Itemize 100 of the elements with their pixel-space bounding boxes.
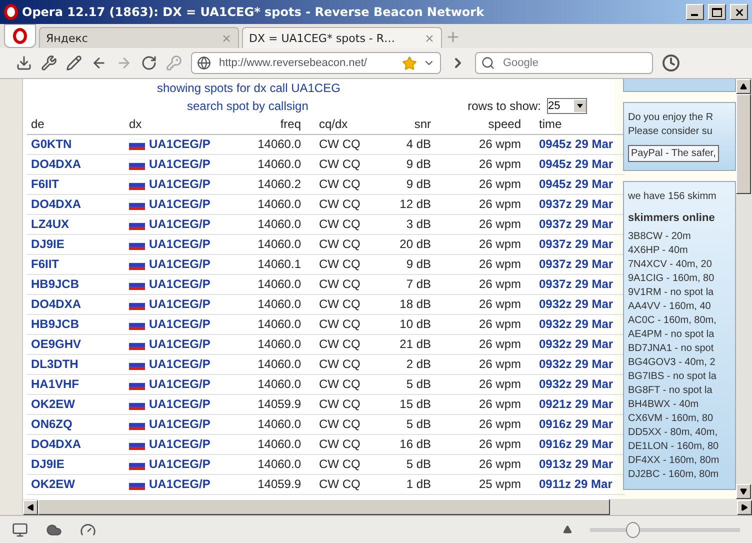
table-link[interactable]: UA1CEG/P	[125, 335, 235, 355]
table-link[interactable]: DO4DXA	[27, 195, 125, 215]
table-link[interactable]: UA1CEG/P	[125, 275, 235, 295]
skimmer-item: 4X6HP - 40m	[628, 244, 688, 257]
table-link[interactable]: OK2EW	[27, 475, 125, 495]
wrench-icon[interactable]	[41, 55, 57, 71]
table-cell: 26 wpm	[445, 135, 535, 155]
table-link[interactable]: DL3DTH	[27, 355, 125, 375]
table-link[interactable]: DJ9IE	[27, 235, 125, 255]
close-tab-icon[interactable]	[221, 32, 232, 44]
table-link[interactable]: UA1CEG/P	[125, 175, 235, 195]
table-link[interactable]: UA1CEG/P	[125, 375, 235, 395]
flag-icon	[129, 479, 145, 490]
cloud-icon[interactable]	[46, 522, 62, 538]
skimmer-item: AC0C - 160m, 80m,	[628, 314, 716, 327]
table-link[interactable]: DO4DXA	[27, 295, 125, 315]
table-link[interactable]: UA1CEG/P	[125, 155, 235, 175]
menu-button[interactable]	[4, 24, 36, 48]
flag-icon	[129, 399, 145, 410]
heading-link[interactable]: showing spots for dx call UA1CEG	[157, 81, 340, 95]
table-link[interactable]: G0KTN	[27, 135, 125, 155]
table-link[interactable]: UA1CEG/P	[125, 215, 235, 235]
back-icon[interactable]	[91, 55, 107, 71]
skimmer-item: AA4VV - 160m, 40	[628, 300, 711, 313]
flag-icon	[129, 159, 145, 170]
scroll-down-icon[interactable]	[740, 488, 747, 495]
table-cell: 20 dB	[375, 235, 445, 255]
column-header: dx	[125, 115, 235, 135]
gauge-icon[interactable]	[80, 522, 96, 538]
rows-select[interactable]: 25	[547, 98, 587, 114]
table-link[interactable]: F6IIT	[27, 175, 125, 195]
table-link[interactable]: HB9JCB	[27, 275, 125, 295]
scroll-right-icon[interactable]	[741, 504, 748, 510]
up-arrow-icon[interactable]	[563, 525, 572, 534]
table-link[interactable]: OK2EW	[27, 395, 125, 415]
table-link[interactable]: UA1CEG/P	[125, 295, 235, 315]
table-link[interactable]: HA1VHF	[27, 375, 125, 395]
table-link[interactable]: UA1CEG/P	[125, 235, 235, 255]
reload-icon[interactable]	[141, 55, 157, 71]
horizontal-scrollbar[interactable]	[23, 499, 752, 515]
table-link[interactable]: UA1CEG/P	[125, 415, 235, 435]
flag-icon	[129, 239, 145, 250]
browser-tab[interactable]: DX = UA1CEG* spots - R…	[242, 27, 442, 48]
zoom-slider-thumb[interactable]	[626, 522, 640, 538]
paypal-button[interactable]: PayPal - The safer,	[628, 145, 719, 162]
window-title: Opera 12.17 (1863): DX = UA1CEG* spots - Reverse Beacon Network	[22, 5, 486, 19]
table-link[interactable]: LZ4UX	[27, 215, 125, 235]
table-cell: 12 dB	[375, 195, 445, 215]
table-cell: CW CQ	[315, 235, 375, 255]
search-icon	[481, 56, 495, 70]
table-link[interactable]: UA1CEG/P	[125, 355, 235, 375]
table-cell: 14060.0	[235, 155, 315, 175]
table-cell: CW CQ	[315, 375, 375, 395]
table-link[interactable]: UA1CEG/P	[125, 395, 235, 415]
table-link[interactable]: OE9GHV	[27, 335, 125, 355]
address-field[interactable]: http://www.reversebeacon.net/	[191, 52, 441, 74]
clock-icon[interactable]	[662, 54, 680, 72]
scroll-left-icon[interactable]	[27, 504, 34, 510]
close-button[interactable]	[730, 4, 748, 20]
flag-icon	[129, 179, 145, 190]
search-input[interactable]: Google	[501, 56, 647, 70]
table-link[interactable]: UA1CEG/P	[125, 475, 235, 495]
table-link[interactable]: DO4DXA	[27, 155, 125, 175]
table-link[interactable]: UA1CEG/P	[125, 435, 235, 455]
table-link[interactable]: F6IIT	[27, 255, 125, 275]
address-input[interactable]: http://www.reversebeacon.net/	[217, 56, 396, 70]
table-link[interactable]: UA1CEG/P	[125, 195, 235, 215]
search-field[interactable]: Google	[475, 52, 653, 74]
table-link[interactable]: DJ9IE	[27, 455, 125, 475]
table-cell: CW CQ	[315, 355, 375, 375]
table-cell: 14060.0	[235, 375, 315, 395]
table-cell: 14060.0	[235, 195, 315, 215]
table-link[interactable]: UA1CEG/P	[125, 315, 235, 335]
scroll-up-icon[interactable]	[740, 83, 747, 90]
table-cell: CW CQ	[315, 215, 375, 235]
pencil-icon[interactable]	[66, 55, 82, 71]
column-header: freq	[235, 115, 315, 135]
close-tab-icon[interactable]	[424, 32, 435, 44]
panel-toggle-icon[interactable]	[12, 522, 28, 538]
table-link[interactable]: UA1CEG/P	[125, 455, 235, 475]
table-cell: 26 wpm	[445, 155, 535, 175]
vertical-scrollbar[interactable]	[736, 79, 752, 499]
table-link[interactable]: ON6ZQ	[27, 415, 125, 435]
table-cell: 18 dB	[375, 295, 445, 315]
table-link[interactable]: UA1CEG/P	[125, 135, 235, 155]
search-link[interactable]: search spot by callsign	[187, 99, 308, 113]
star-icon[interactable]	[402, 56, 417, 70]
table-link[interactable]: HB9JCB	[27, 315, 125, 335]
table-link[interactable]: UA1CEG/P	[125, 255, 235, 275]
minimize-button[interactable]	[686, 4, 704, 20]
maximize-button[interactable]	[708, 4, 726, 20]
close-icon	[734, 6, 744, 18]
browser-tab[interactable]: Яндекс	[39, 27, 239, 48]
table-link[interactable]: DO4DXA	[27, 435, 125, 455]
table-cell: 14060.0	[235, 455, 315, 475]
scrollbar-thumb[interactable]	[736, 94, 751, 194]
download-icon[interactable]	[16, 55, 32, 71]
table-cell: 15 dB	[375, 395, 445, 415]
flag-icon	[129, 379, 145, 390]
table-cell: 9 dB	[375, 255, 445, 275]
